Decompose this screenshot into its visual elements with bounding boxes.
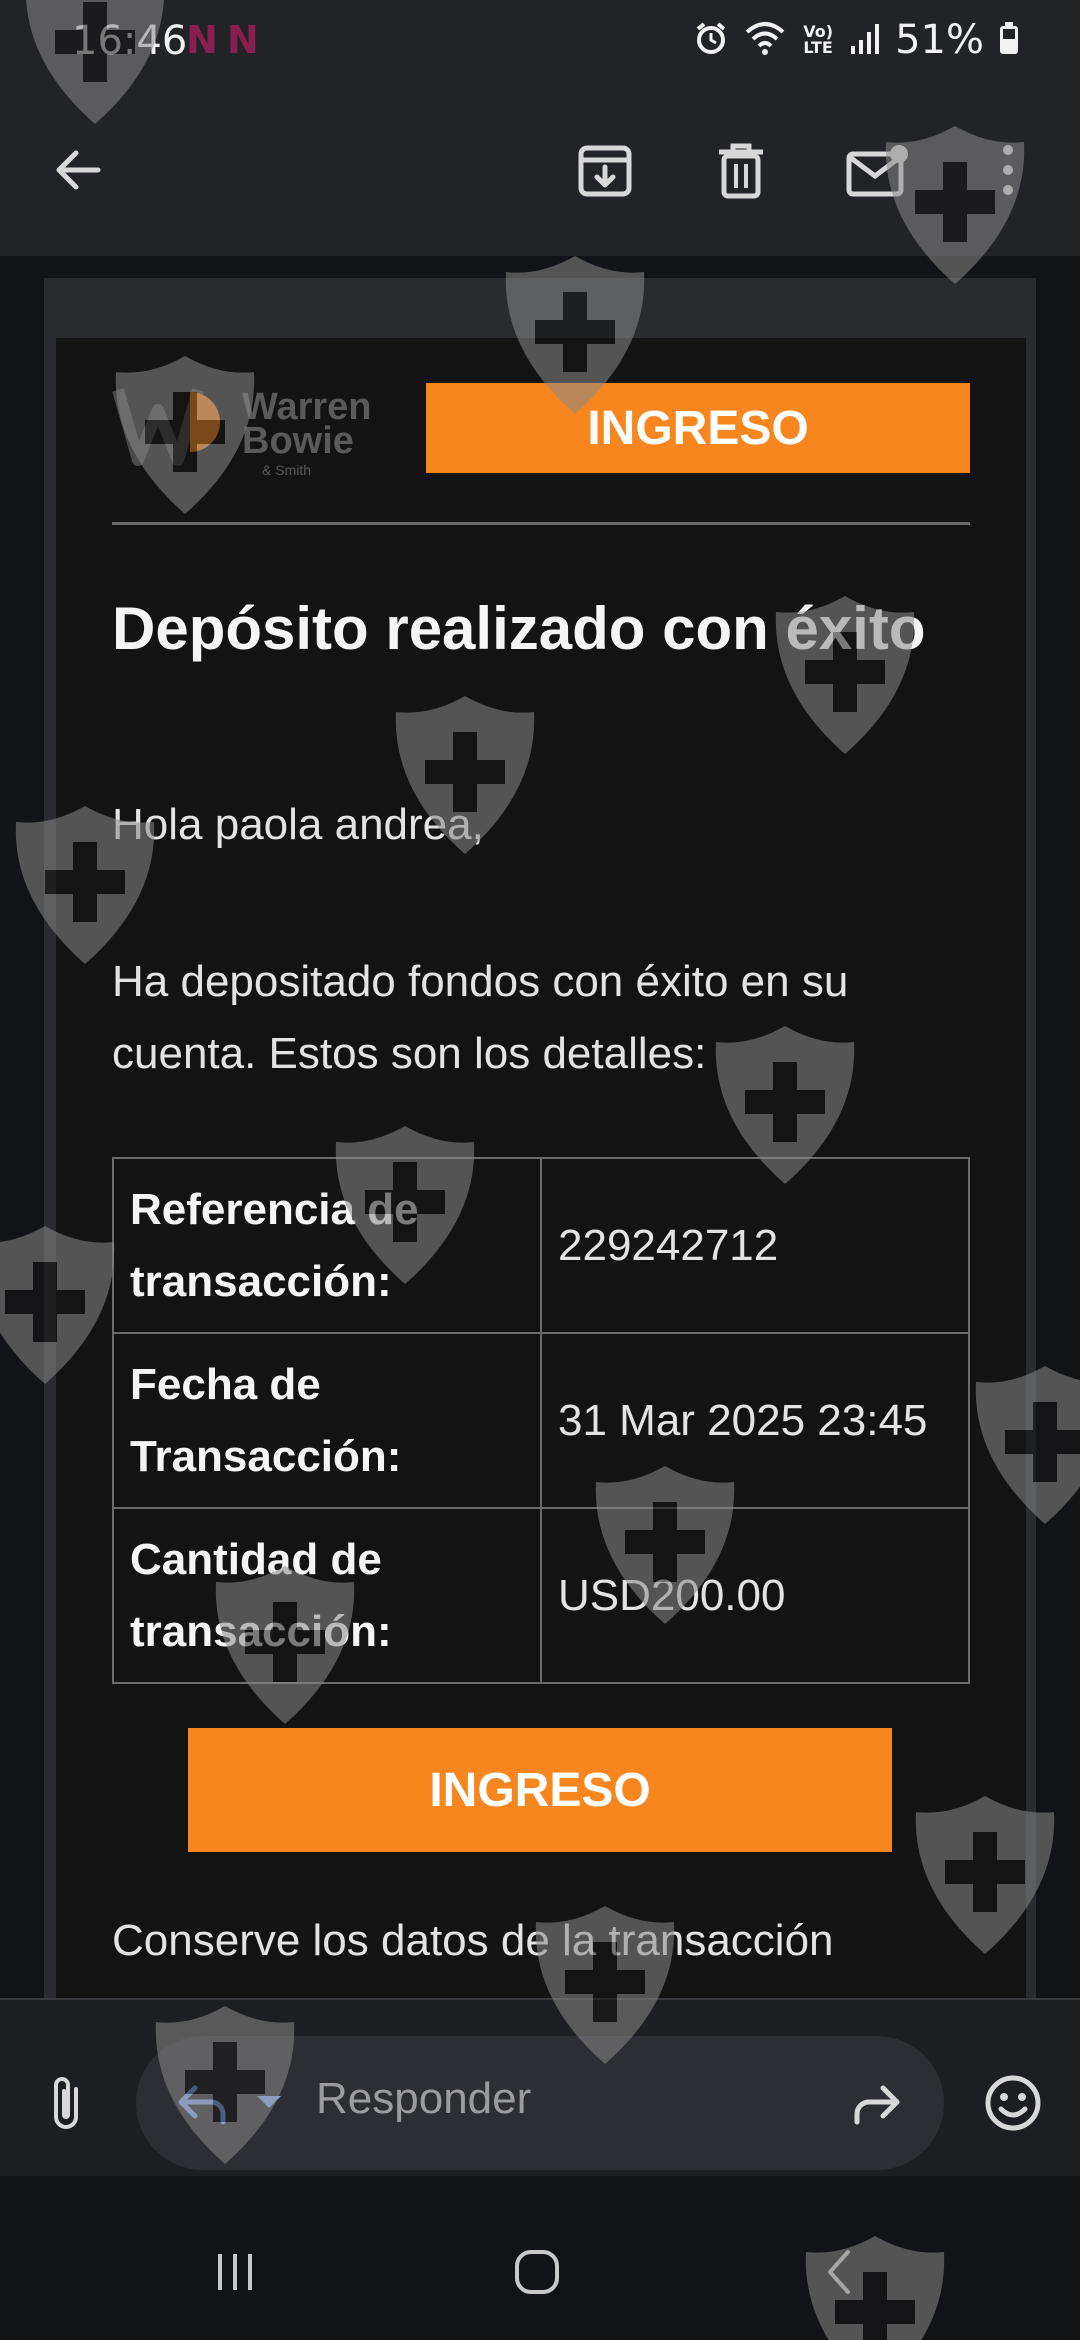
table-row: Cantidad de transacción: USD200.00	[112, 1507, 970, 1684]
notification-app-icon: N N	[186, 18, 259, 62]
table-row: Referencia de transacción: 229242712	[112, 1157, 970, 1334]
archive-icon[interactable]	[569, 134, 641, 206]
intro-text: Ha depositado fondos con éxito en su cue…	[112, 957, 849, 1078]
detail-label: Fecha de Transacción:	[112, 1332, 542, 1509]
footer-note: Conserve los datos de la transacción	[112, 1916, 834, 1965]
more-vert-icon[interactable]	[972, 134, 1044, 206]
signal-icon	[849, 20, 881, 61]
wifi-icon	[743, 20, 787, 61]
greeting-text: Hola paola andrea,	[112, 800, 484, 849]
detail-label: Cantidad de transacción:	[112, 1507, 542, 1684]
email-toolbar	[0, 84, 1080, 256]
delete-icon[interactable]	[705, 134, 777, 206]
home-icon[interactable]	[502, 2242, 572, 2302]
status-time: 16:46	[72, 18, 188, 64]
reply-placeholder: Responder	[316, 2074, 532, 2123]
battery-icon	[998, 20, 1020, 61]
attachment-icon[interactable]	[36, 2070, 96, 2136]
mark-unread-icon[interactable]	[842, 134, 914, 206]
status-bar: 16:46 N N Vo) LTE 51%	[0, 0, 1080, 84]
table-row: Fecha de Transacción: 31 Mar 2025 23:45	[112, 1332, 970, 1509]
detail-label: Referencia de transacción:	[112, 1157, 542, 1334]
forward-icon[interactable]	[846, 2076, 906, 2132]
transaction-details-table: Referencia de transacción: 229242712 Fec…	[112, 1157, 970, 1684]
system-nav-bar	[0, 2176, 1080, 2340]
detail-value: 229242712	[540, 1157, 970, 1334]
emoji-icon[interactable]	[980, 2070, 1046, 2136]
dropdown-icon[interactable]	[252, 2090, 286, 2114]
email-title: Depósito realizado con éxito	[112, 595, 926, 662]
header-divider	[112, 522, 970, 525]
detail-value: 31 Mar 2025 23:45	[540, 1332, 970, 1509]
status-icons: Vo) LTE 51%	[693, 14, 1020, 66]
logo-text-line3: & Smith	[262, 462, 312, 478]
reply-icon[interactable]	[172, 2076, 232, 2132]
deposit-badge: INGRESO	[426, 383, 970, 473]
company-logo: Warren Bowie & Smith	[112, 380, 392, 480]
deposit-cta-button[interactable]: INGRESO	[188, 1728, 892, 1852]
volte-indicator: Vo) LTE	[803, 22, 833, 57]
back-arrow-icon[interactable]	[42, 134, 114, 206]
battery-percent: 51%	[895, 17, 984, 63]
detail-value: USD200.00	[540, 1507, 970, 1684]
back-icon[interactable]	[810, 2242, 870, 2302]
recent-apps-icon[interactable]	[200, 2244, 270, 2300]
logo-text-line2: Bowie	[242, 420, 354, 462]
alarm-icon	[693, 20, 729, 61]
